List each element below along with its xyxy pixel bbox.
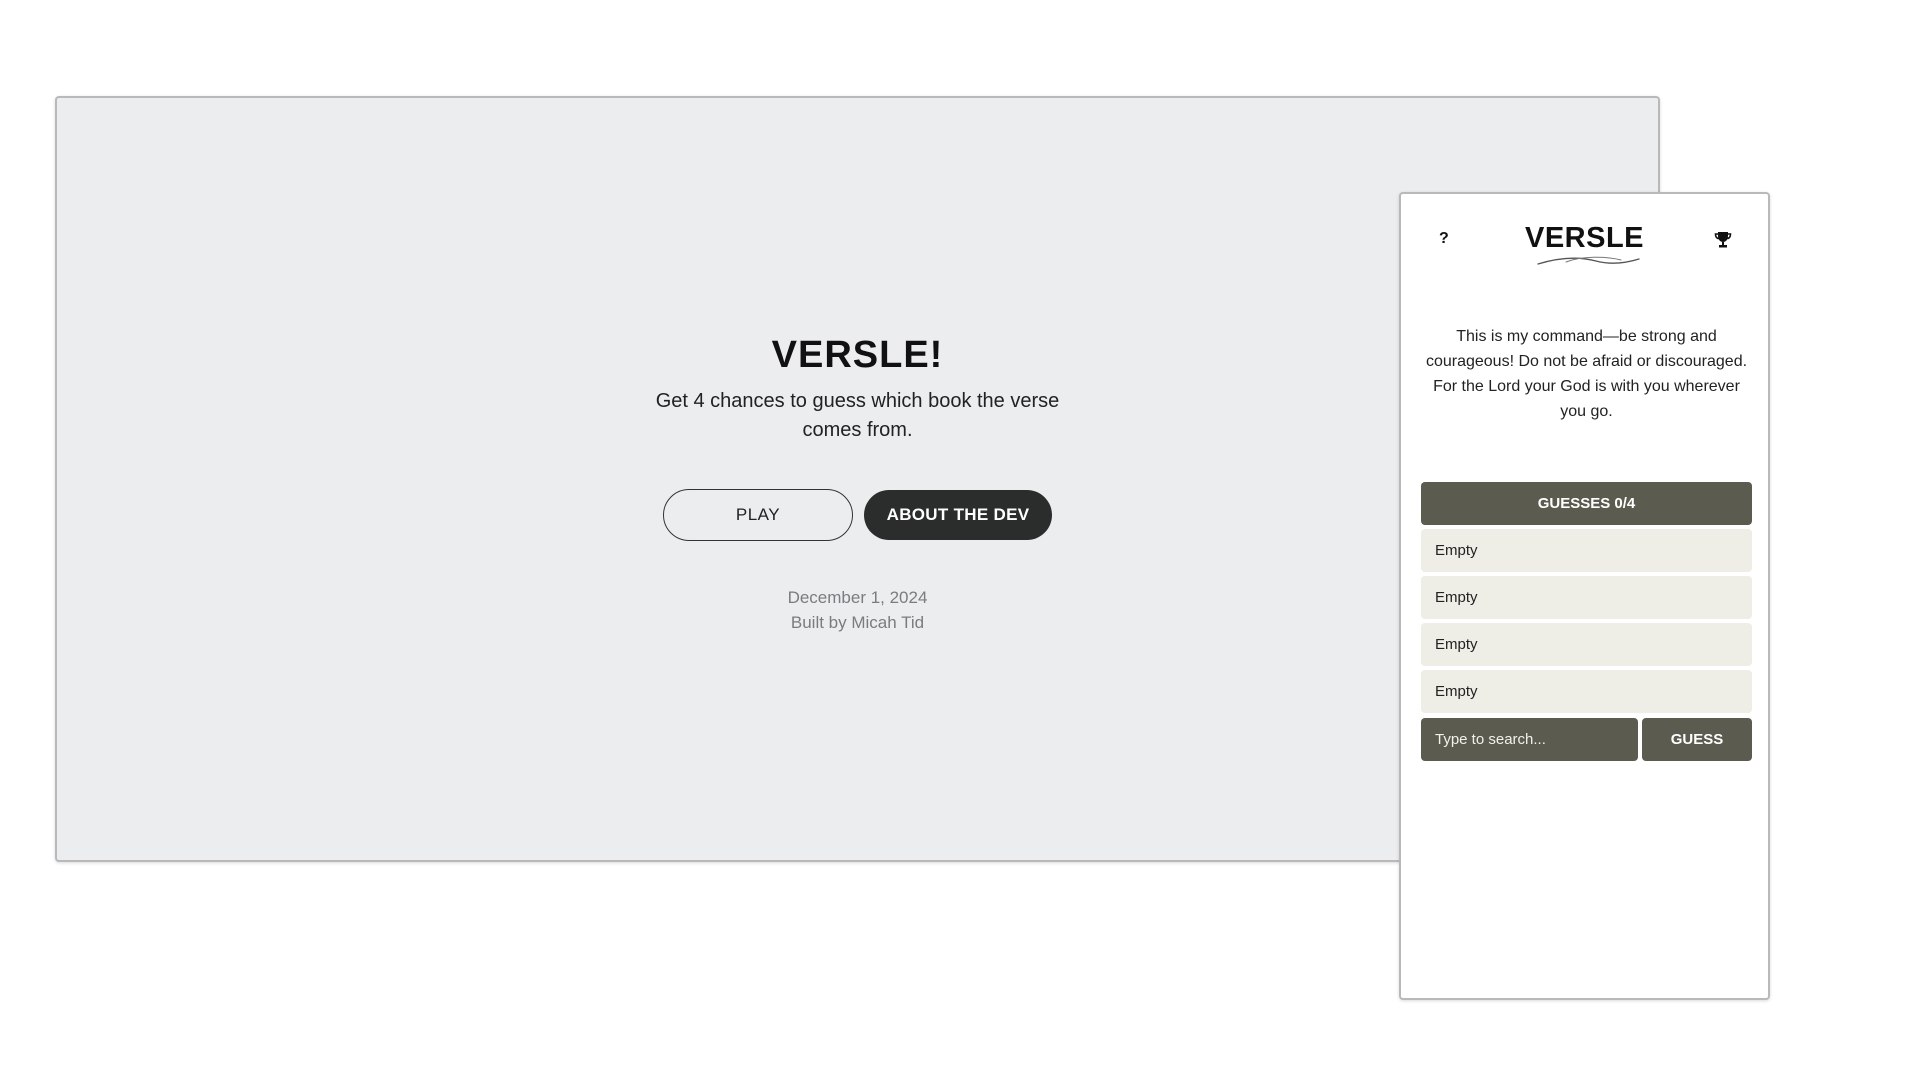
search-input[interactable] (1421, 718, 1638, 761)
verse-text: This is my command—be strong and courage… (1425, 328, 1748, 420)
play-button[interactable]: PLAY (663, 489, 853, 541)
about-dev-button[interactable]: ABOUT THE DEV (864, 490, 1052, 540)
logo-swash-icon (1537, 256, 1640, 265)
hero-buttons: PLAY ABOUT THE DEV (663, 489, 1052, 541)
mobile-preview: ? VERSLE This is my command—be strong an… (1399, 192, 1770, 1000)
logo-text: VERSLE (1524, 222, 1645, 254)
guess-button[interactable]: GUESS (1642, 718, 1752, 761)
hero-title: VERSLE! (771, 334, 944, 376)
mobile-header: ? VERSLE (1401, 222, 1768, 265)
logo: VERSLE (1401, 222, 1768, 265)
date-text: December 1, 2024 (787, 588, 928, 607)
hero-meta: December 1, 2024 Built by Micah Tid (788, 585, 928, 635)
guess-slot: Empty (1421, 576, 1752, 619)
credit-text: Built by Micah Tid (790, 613, 925, 632)
hero-subtitle: Get 4 chances to guess which book the ve… (655, 390, 1060, 441)
guess-slot: Empty (1421, 670, 1752, 713)
trophy-icon[interactable] (1714, 230, 1732, 250)
guess-slot: Empty (1421, 623, 1752, 666)
guesses-header: GUESSES 0/4 (1421, 482, 1752, 525)
guess-slot: Empty (1421, 529, 1752, 572)
